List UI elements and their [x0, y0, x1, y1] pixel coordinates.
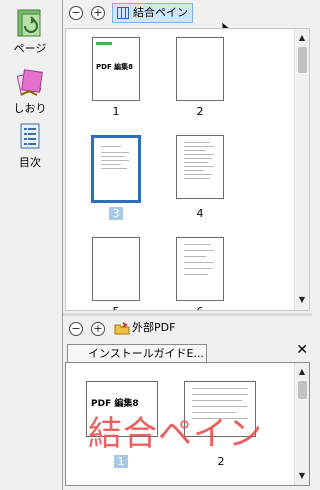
thumbnail-toolbar: − + 結合ペイン	[63, 0, 312, 26]
toc-icon	[15, 122, 45, 152]
green-tag-icon	[96, 42, 112, 45]
rail-item-label: 目次	[19, 156, 41, 169]
rail-item-toc[interactable]: 目次	[4, 122, 56, 170]
scroll-up-icon[interactable]: ▲	[297, 367, 307, 377]
external-scrollbar[interactable]: ▲ ▼	[294, 363, 309, 485]
zoom-in-button[interactable]: +	[91, 6, 105, 20]
open-folder-icon	[114, 322, 130, 341]
scroll-thumb[interactable]	[298, 47, 307, 73]
page-number: 4	[196, 207, 204, 220]
tab-install-guide[interactable]: インストールガイドE...	[67, 344, 207, 363]
page-number: 2	[196, 105, 204, 118]
external-pdf-label: 外部PDF	[132, 321, 176, 334]
page-thumbnail-selected[interactable]	[91, 135, 141, 203]
columns-icon	[117, 7, 129, 19]
watermark-caption: 結合ペイン	[88, 414, 263, 454]
page-number: 3	[109, 207, 123, 220]
page-number: 6	[175, 305, 225, 310]
zoom-in-button[interactable]: +	[91, 322, 105, 336]
rail-item-label: しおり	[13, 102, 47, 115]
page-number: 2	[217, 455, 225, 468]
thumbnail-scrollbar[interactable]: ▲ ▼	[294, 29, 309, 310]
page-thumbnail[interactable]	[176, 135, 224, 199]
close-icon[interactable]: ✕	[296, 342, 308, 358]
zoom-out-button[interactable]: −	[69, 6, 83, 20]
page-number: 1	[114, 455, 128, 468]
rail-item-pages[interactable]: ページ	[4, 8, 56, 56]
page-thumbnail[interactable]	[176, 237, 224, 301]
page-logo: PDF 編集8	[96, 63, 134, 71]
page-number: 5	[91, 305, 141, 310]
scroll-thumb[interactable]	[298, 381, 307, 399]
scroll-down-icon[interactable]: ▼	[297, 295, 307, 305]
merge-pane-toggle[interactable]: 結合ペイン	[112, 3, 193, 23]
page-number: 1	[112, 105, 120, 118]
tab-label: インストールガイドE...	[88, 347, 204, 360]
left-rail: ページ しおり 目次	[0, 0, 60, 490]
page-thumbnail[interactable]	[176, 37, 224, 101]
merge-pane-label: 結合ペイン	[133, 6, 188, 19]
bookmark-icon	[15, 68, 45, 98]
page-thumbnail[interactable]: PDF 編集8	[92, 37, 140, 101]
external-tabbar: インストールガイドE... ✕	[63, 342, 312, 363]
page-thumbnail[interactable]	[92, 237, 140, 301]
rail-item-label: ページ	[13, 42, 47, 55]
scroll-down-icon[interactable]: ▼	[297, 471, 307, 481]
pages-icon	[15, 8, 45, 38]
rail-item-bookmarks[interactable]: しおり	[4, 68, 56, 116]
zoom-out-button[interactable]: −	[69, 322, 83, 336]
thumbnail-list[interactable]: PDF 編集8 1 2 3 4 ▲ ▼	[65, 28, 310, 311]
external-pdf-button[interactable]: 外部PDF	[112, 319, 202, 337]
scroll-up-icon[interactable]: ▲	[297, 33, 307, 43]
